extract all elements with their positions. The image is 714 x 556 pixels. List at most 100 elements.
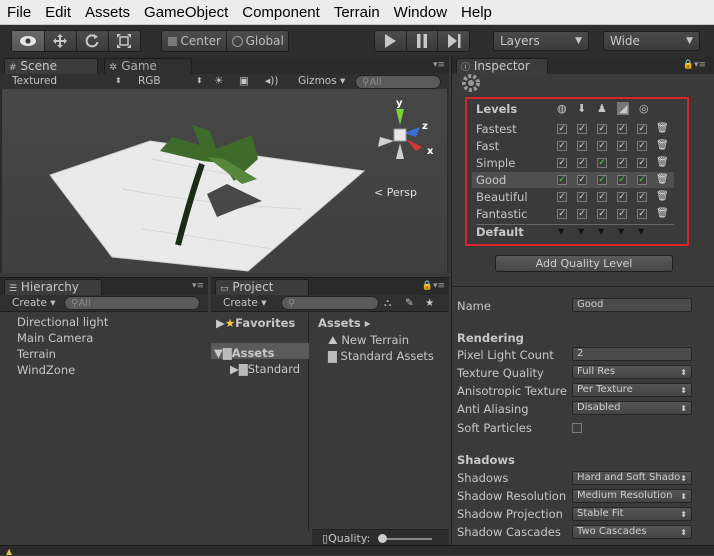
create-dropdown[interactable]: Create ▾ (12, 295, 56, 311)
name-field[interactable]: Good (572, 298, 692, 312)
shadow-projection-dropdown[interactable]: Stable Fit ⬍ (572, 507, 692, 521)
shadows-dropdown[interactable]: Hard and Soft Shado ⬍ (572, 471, 692, 485)
layers-dropdown[interactable]: Layers ▼ (493, 31, 589, 51)
platform-quality-checkbox[interactable]: ✓ (597, 141, 607, 151)
standard-folder-item[interactable]: ▶▇Standard (230, 362, 300, 376)
anti-aliasing-dropdown[interactable]: Disabled ⬍ (572, 401, 692, 415)
pixel-light-field[interactable]: 2 (572, 347, 692, 361)
platform-quality-checkbox[interactable]: ✓ (557, 209, 567, 219)
chevron-down-icon[interactable]: ▼ (598, 227, 604, 236)
menu-terrain[interactable]: Terrain (327, 0, 387, 25)
filter-label-icon[interactable]: ✎ (405, 295, 414, 311)
menu-component[interactable]: Component (235, 0, 327, 25)
platform-quality-checkbox[interactable]: ✓ (617, 175, 627, 185)
tab-game[interactable]: ✲ Game (104, 58, 192, 74)
panel-menu-icon[interactable]: ▾≡ (192, 281, 204, 291)
pause-button[interactable] (407, 31, 439, 51)
filter-type-icon[interactable]: ⛬ (384, 295, 391, 311)
list-item[interactable]: Directional light (17, 315, 108, 331)
shading-dropdown[interactable]: Textured (12, 73, 57, 89)
quality-level-name[interactable]: Simple (476, 156, 515, 170)
gizmos-dropdown[interactable]: Gizmos ▾ (298, 73, 345, 89)
platform-quality-checkbox[interactable]: ✓ (617, 158, 627, 168)
platform-quality-checkbox[interactable]: ✓ (637, 141, 647, 151)
platform-quality-checkbox[interactable]: ✓ (557, 175, 567, 185)
platform-quality-checkbox[interactable]: ✓ (597, 158, 607, 168)
rendermode-dropdown[interactable]: RGB (138, 73, 161, 89)
panel-menu-icon[interactable]: ▾≡ (433, 60, 445, 70)
platform-quality-checkbox[interactable]: ✓ (577, 124, 587, 134)
platform-quality-checkbox[interactable]: ✓ (637, 175, 647, 185)
step-button[interactable] (438, 31, 469, 51)
create-dropdown[interactable]: Create ▾ (223, 295, 267, 311)
menu-gameobject[interactable]: GameObject (137, 0, 235, 25)
platform-quality-checkbox[interactable]: ✓ (577, 175, 587, 185)
scene-orientation-gizmo[interactable] (370, 99, 442, 175)
lock-menu-icon[interactable]: 🔒▾≡ (683, 60, 706, 70)
slider-handle[interactable] (378, 534, 387, 543)
platform-quality-checkbox[interactable]: ✓ (577, 192, 587, 202)
breadcrumb[interactable]: Assets ▸ (318, 316, 371, 330)
soft-particles-checkbox[interactable] (572, 423, 582, 433)
menu-file[interactable]: File (0, 0, 38, 25)
menu-help[interactable]: Help (454, 0, 499, 25)
project-search-input[interactable]: ⚲ (281, 296, 379, 310)
platform-quality-checkbox[interactable]: ✓ (597, 192, 607, 202)
chevron-down-icon[interactable]: ▼ (578, 227, 584, 236)
platform-quality-checkbox[interactable]: ✓ (557, 192, 567, 202)
persp-label[interactable]: < Persp (374, 186, 417, 199)
trash-icon[interactable]: 🗑 (656, 208, 669, 219)
tab-hierarchy[interactable]: ☰ Hierarchy (4, 279, 102, 295)
platform-quality-checkbox[interactable]: ✓ (577, 209, 587, 219)
quality-level-name[interactable]: Fast (476, 139, 499, 153)
platform-quality-checkbox[interactable]: ✓ (637, 158, 647, 168)
platform-quality-checkbox[interactable]: ✓ (597, 209, 607, 219)
trash-icon[interactable]: 🗑 (656, 140, 669, 151)
assets-root-item[interactable]: ▼▇Assets (214, 346, 274, 360)
panel-menu-icon[interactable]: 🔒▾≡ (422, 281, 445, 291)
tab-scene[interactable]: # Scene (4, 58, 98, 74)
platform-quality-checkbox[interactable]: ✓ (637, 192, 647, 202)
trash-icon[interactable]: 🗑 (656, 123, 669, 134)
platform-quality-checkbox[interactable]: ✓ (637, 124, 647, 134)
platform-quality-checkbox[interactable]: ✓ (557, 158, 567, 168)
chevron-down-icon[interactable]: ▼ (558, 227, 564, 236)
platform-quality-checkbox[interactable]: ✓ (577, 141, 587, 151)
platform-quality-checkbox[interactable]: ✓ (617, 124, 627, 134)
platform-quality-checkbox[interactable]: ✓ (617, 141, 627, 151)
quality-level-name[interactable]: Fantastic (476, 207, 527, 221)
scene-search-input[interactable]: ⚲All (355, 75, 441, 89)
list-item[interactable]: Terrain (17, 347, 108, 363)
audio-toggle-icon[interactable]: ◂)) (265, 73, 278, 89)
play-button[interactable] (375, 31, 407, 51)
hierarchy-search-input[interactable]: ⚲All (64, 296, 200, 310)
chevron-down-icon[interactable]: ▼ (638, 227, 644, 236)
tab-project[interactable]: ▭ Project (215, 279, 309, 295)
trash-icon[interactable]: 🗑 (656, 174, 669, 185)
platform-quality-checkbox[interactable]: ✓ (637, 209, 647, 219)
trash-icon[interactable]: 🗑 (656, 191, 669, 202)
menu-edit[interactable]: Edit (38, 0, 78, 25)
pivot-global-button[interactable]: Global (227, 31, 288, 51)
platform-quality-checkbox[interactable]: ✓ (557, 124, 567, 134)
list-item[interactable]: ⛰ New Terrain (328, 333, 409, 348)
list-item[interactable]: Main Camera (17, 331, 108, 347)
hand-tool-button[interactable] (12, 31, 45, 51)
list-item[interactable]: ▇ Standard Assets (328, 349, 434, 363)
favorites-item[interactable]: ▶★Favorites (216, 316, 295, 330)
scene-viewport[interactable]: y z x < Persp (2, 89, 447, 273)
image-toggle-icon[interactable]: ▣ (239, 73, 249, 89)
quality-level-name[interactable]: Fastest (476, 122, 517, 136)
platform-quality-checkbox[interactable]: ✓ (557, 141, 567, 151)
rotate-tool-button[interactable] (77, 31, 109, 51)
platform-quality-checkbox[interactable]: ✓ (617, 209, 627, 219)
pivot-center-button[interactable]: Center (162, 31, 228, 51)
move-tool-button[interactable] (45, 31, 77, 51)
trash-icon[interactable]: 🗑 (656, 157, 669, 168)
shadow-cascades-dropdown[interactable]: Two Cascades ⬍ (572, 525, 692, 539)
layout-dropdown[interactable]: Wide ▼ (603, 31, 700, 51)
thumbnail-size-slider[interactable] (382, 538, 432, 540)
add-quality-level-button[interactable]: Add Quality Level (495, 255, 673, 272)
list-item[interactable]: WindZone (17, 363, 108, 379)
scale-tool-button[interactable] (109, 31, 140, 51)
